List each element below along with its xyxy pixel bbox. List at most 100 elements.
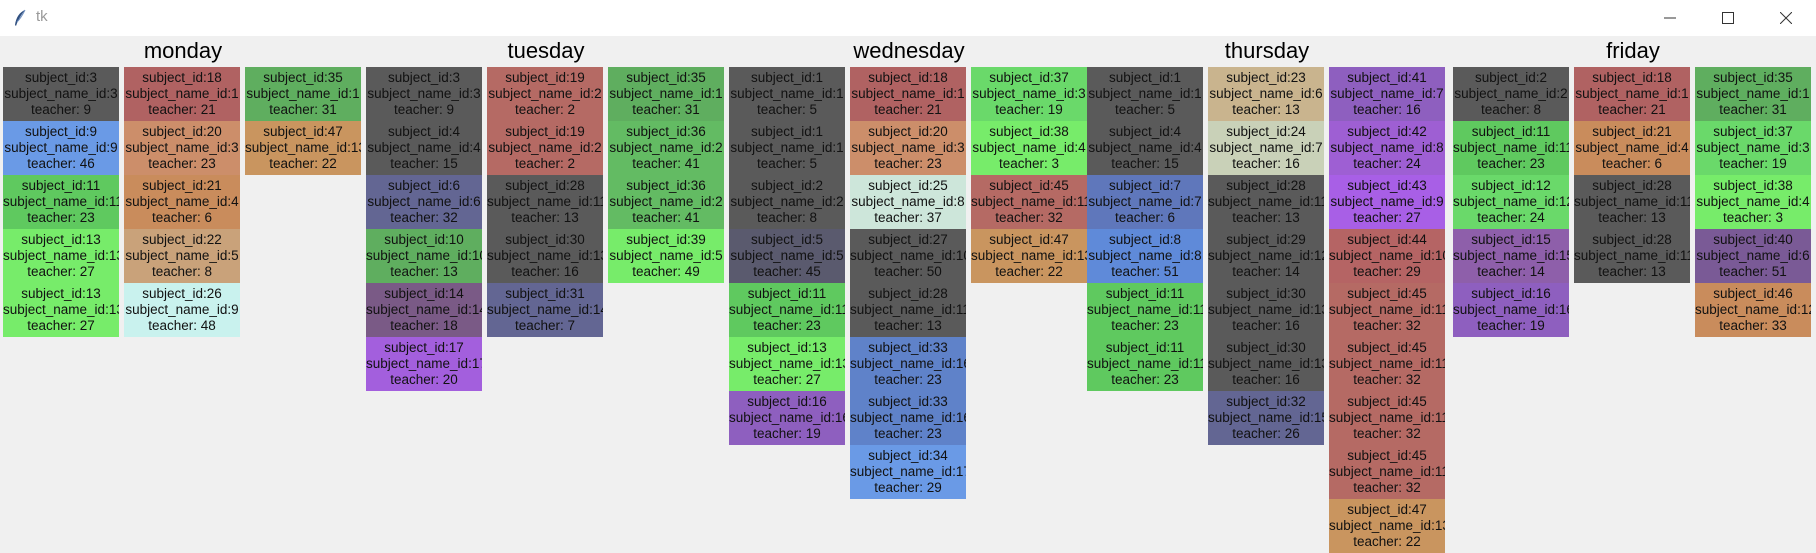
subject-name-id-text: subject_name_id:7 [1088,194,1202,209]
subject-name-id-text: subject_name_id:1 [851,86,965,101]
maximize-button[interactable] [1700,0,1756,36]
subject-name-id-text: subject_name_id:15 [1453,248,1569,263]
thursday-column-1: subject_id:1 subject_name_id:1 teacher: 5s… [1087,67,1203,391]
subject-id-text: subject_id:11 [1105,286,1185,301]
subject-id-text: subject_id:30 [505,232,585,247]
subject-name-id-text: subject_name_id:13 [245,140,361,155]
subject-name-id-text: subject_name_id:11 [850,302,966,317]
lesson-card: subject_id:24 subject_name_id:7 teacher: 1… [1208,121,1324,175]
lesson-card: subject_id:45 subject_name_id:11 teacher: … [1329,337,1445,391]
subject-name-id-text: subject_name_id:2 [488,140,602,155]
teacher-text: teacher: 16 [511,264,579,279]
lesson-card: subject_id:30 subject_name_id:13 teacher: … [1208,283,1324,337]
subject-id-text: subject_id:11 [1105,340,1185,355]
subject-id-text: subject_id:35 [263,70,343,85]
minimize-icon [1664,17,1676,19]
lesson-card: subject_id:42 subject_name_id:8 teacher: 2… [1329,121,1445,175]
teacher-text: teacher: 23 [874,372,942,387]
lesson-card: subject_id:4 subject_name_id:4 teacher: 15 [366,121,482,175]
subject-name-id-text: subject_name_id:12 [1453,194,1569,209]
subject-id-text: subject_id:28 [868,286,948,301]
monday-column-3: subject_id:35 subject_name_id:1 teacher: 3… [245,67,361,175]
teacher-text: teacher: 50 [874,264,942,279]
teacher-text: teacher: 13 [1232,210,1300,225]
tuesday-column-2: subject_id:19 subject_name_id:2 teacher: 2… [487,67,603,337]
subject-id-text: subject_id:16 [1471,286,1551,301]
lesson-card: subject_id:1 subject_name_id:1 teacher: 5 [729,67,845,121]
teacher-text: teacher: 9 [393,102,455,117]
lesson-card: subject_id:20 subject_name_id:3 teacher: 2… [850,121,966,175]
subject-id-text: subject_id:2 [750,178,824,193]
subject-id-text: subject_id:11 [21,178,101,193]
subject-name-id-text: subject_name_id:15 [1208,410,1324,425]
teacher-text: teacher: 21 [1598,102,1666,117]
subject-name-id-text: subject_name_id:11 [1329,410,1445,425]
teacher-text: teacher: 27 [27,264,95,279]
subject-name-id-text: subject_name_id:5 [125,248,239,263]
feather-icon [15,9,26,26]
close-button[interactable] [1758,0,1814,36]
teacher-text: teacher: 13 [1598,210,1666,225]
subject-name-id-text: subject_name_id:13 [1329,518,1445,533]
subject-id-text: subject_id:19 [505,124,585,139]
lesson-card: subject_id:17 subject_name_id:17 teacher: … [366,337,482,391]
subject-id-text: subject_id:31 [505,286,585,301]
subject-name-id-text: subject_name_id:11 [1329,464,1445,479]
teacher-text: teacher: 5 [1114,102,1176,117]
subject-id-text: subject_id:32 [1226,394,1306,409]
teacher-text: teacher: 14 [1477,264,1545,279]
teacher-text: teacher: 41 [632,156,700,171]
subject-id-text: subject_id:11 [747,286,827,301]
subject-id-text: subject_id:19 [505,70,585,85]
subject-id-text: subject_id:6 [387,178,461,193]
lesson-card: subject_id:19 subject_name_id:2 teacher: 2 [487,121,603,175]
subject-name-id-text: subject_name_id:4 [1696,194,1810,209]
lesson-card: subject_id:16 subject_name_id:16 teacher: … [1453,283,1569,337]
teacher-text: teacher: 49 [632,264,700,279]
lesson-card: subject_id:16 subject_name_id:16 teacher: … [729,391,845,445]
subject-id-text: subject_id:2 [1474,70,1548,85]
day-label-monday: monday [143,38,223,63]
subject-name-id-text: subject_name_id:1 [609,86,723,101]
teacher-text: teacher: 21 [148,102,216,117]
title-bar: tk [0,0,1816,36]
tuesday-column-1: subject_id:3 subject_name_id:3 teacher: 9s… [366,67,482,391]
subject-name-id-text: subject_name_id:16 [729,410,845,425]
subject-name-id-text: subject_name_id:1 [1696,86,1810,101]
subject-name-id-text: subject_name_id:7 [1330,86,1444,101]
thursday-column-3: subject_id:41 subject_name_id:7 teacher: 1… [1329,67,1445,553]
teacher-text: teacher: 33 [1719,318,1787,333]
teacher-text: teacher: 19 [1477,318,1545,333]
subject-name-id-text: subject_name_id:6 [367,194,481,209]
subject-name-id-text: subject_name_id:7 [1209,140,1323,155]
subject-id-text: subject_id:14 [384,286,464,301]
subject-name-id-text: subject_name_id:3 [125,140,239,155]
monday-column-2: subject_id:18 subject_name_id:1 teacher: 2… [124,67,240,337]
subject-id-text: subject_id:39 [626,232,706,247]
subject-id-text: subject_id:37 [1713,124,1793,139]
teacher-text: teacher: 22 [1353,534,1421,549]
lesson-card: subject_id:6 subject_name_id:6 teacher: 32 [366,175,482,229]
lesson-card: subject_id:26 subject_name_id:9 teacher: 4… [124,283,240,337]
subject-name-id-text: subject_name_id:11 [971,194,1087,209]
teacher-text: teacher: 37 [874,210,942,225]
teacher-text: teacher: 32 [390,210,458,225]
lesson-card: subject_id:18 subject_name_id:1 teacher: 2… [124,67,240,121]
subject-name-id-text: subject_name_id:6 [1696,248,1810,263]
teacher-text: teacher: 48 [148,318,216,333]
teacher-text: teacher: 5 [756,102,818,117]
subject-id-text: subject_id:36 [626,178,706,193]
lesson-card: subject_id:32 subject_name_id:15 teacher: … [1208,391,1324,445]
subject-name-id-text: subject_name_id:3 [367,86,481,101]
teacher-text: teacher: 5 [756,156,818,171]
subject-id-text: subject_id:33 [868,340,948,355]
subject-id-text: subject_id:10 [384,232,464,247]
minimize-button[interactable] [1642,0,1698,36]
lesson-card: subject_id:28 subject_name_id:11 teacher: … [1208,175,1324,229]
lesson-card: subject_id:44 subject_name_id:10 teacher: … [1329,229,1445,283]
teacher-text: teacher: 27 [27,318,95,333]
subject-name-id-text: subject_name_id:8 [1088,248,1202,263]
subject-name-id-text: subject_name_id:17 [850,464,966,479]
subject-id-text: subject_id:7 [1108,178,1182,193]
lesson-card: subject_id:36 subject_name_id:2 teacher: 4… [608,175,724,229]
